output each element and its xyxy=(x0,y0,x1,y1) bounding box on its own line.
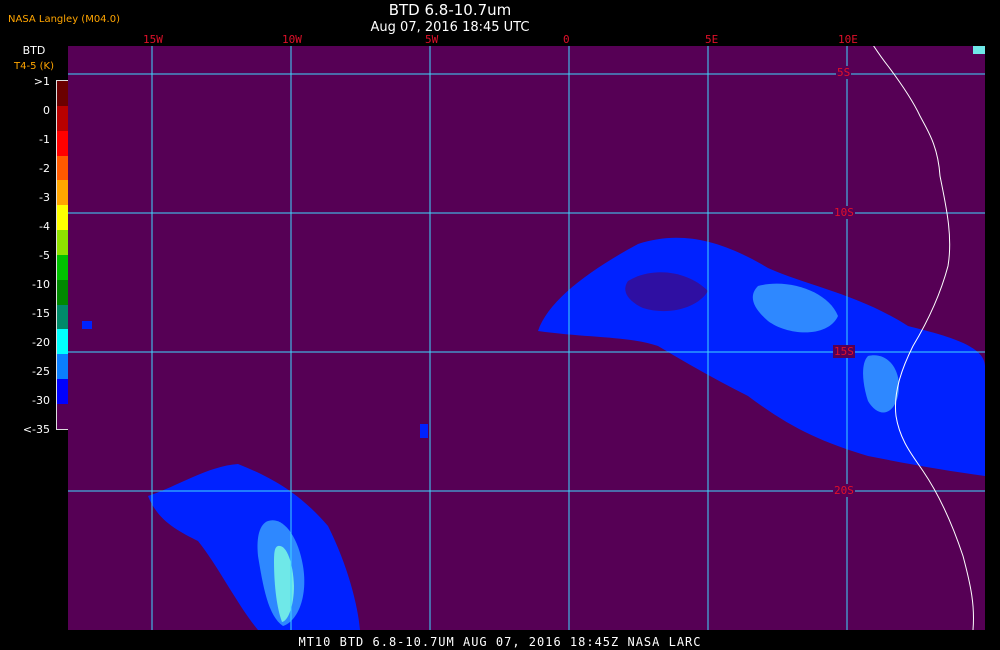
legend-tick-label: -5 xyxy=(39,249,50,262)
map-datetime: Aug 07, 2016 18:45 UTC xyxy=(370,20,530,35)
legend-tick-label: -4 xyxy=(39,220,50,233)
lon-label-5e: 5E xyxy=(705,33,719,46)
lon-label-10w: 10W xyxy=(282,33,302,46)
legend-tick-label: -1 xyxy=(39,133,50,146)
map-title: BTD 6.8-10.7um xyxy=(388,1,512,19)
legend-tick-label: <-35 xyxy=(22,423,50,436)
legend-tick-label: -3 xyxy=(39,191,50,204)
lat-label-15s: 15S xyxy=(833,345,855,358)
lat-label-10s: 10S xyxy=(833,206,855,219)
lat-label-20s: 20S xyxy=(833,484,855,497)
satellite-map[interactable] xyxy=(68,46,985,630)
legend-tick-label: -2 xyxy=(39,162,50,175)
cloud-region-southwest xyxy=(148,464,360,630)
legend-tick-label: >1 xyxy=(33,75,50,88)
legend-tick-label: -25 xyxy=(32,365,50,378)
legend-tick-label: -15 xyxy=(32,307,50,320)
lat-label-5s: 5S xyxy=(836,66,852,79)
legend-units: T4-5 (K) xyxy=(14,61,54,72)
legend-title: BTD xyxy=(22,44,46,57)
lon-label-15w: 15W xyxy=(143,33,163,46)
legend-tick-label: -10 xyxy=(32,278,50,291)
cloud-cell xyxy=(973,46,985,54)
lon-label-10e: 10E xyxy=(838,33,858,46)
lon-label-0: 0 xyxy=(563,33,570,46)
cloud-cell xyxy=(82,321,92,329)
legend-tick-label: -30 xyxy=(32,394,50,407)
cloud-region-east xyxy=(538,237,985,476)
cloud-cell xyxy=(420,424,428,438)
lon-label-5w: 5W xyxy=(425,33,439,46)
legend-tick-label: 0 xyxy=(43,104,50,117)
map-graphic xyxy=(68,46,985,630)
footer-caption: MT10 BTD 6.8-10.7UM AUG 07, 2016 18:45Z … xyxy=(298,635,702,649)
legend-tick-label: -20 xyxy=(32,336,50,349)
